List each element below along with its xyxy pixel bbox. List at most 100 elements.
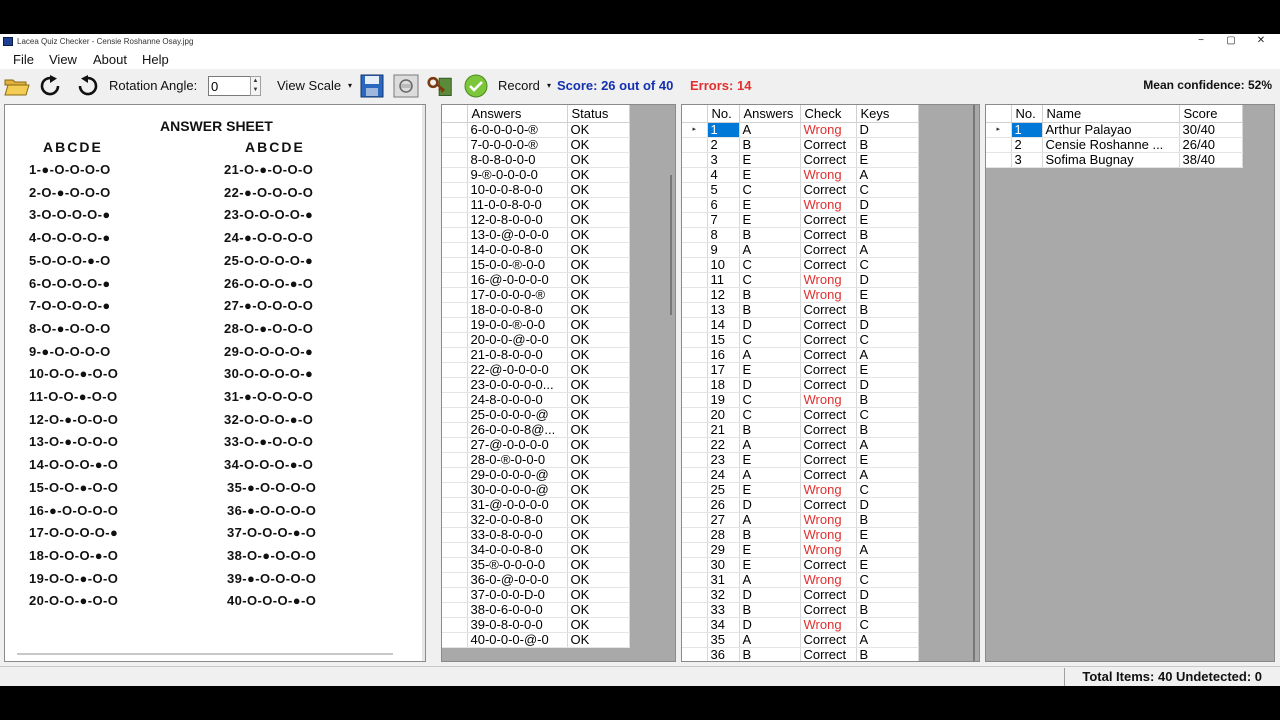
table-row[interactable]: 24 A Correct A <box>682 467 919 483</box>
table-row[interactable]: 37-0-0-0-D-0 OK <box>442 587 630 603</box>
table-row[interactable]: 9-®-0-0-0-0 OK <box>442 167 630 183</box>
table-row[interactable]: 18-0-0-0-8-0 OK <box>442 302 630 318</box>
view-scale-dropdown[interactable]: View Scale <box>277 78 341 93</box>
vertical-scrollbar[interactable] <box>973 105 975 661</box>
table-row[interactable]: 7 E Correct E <box>682 212 919 228</box>
table-row[interactable]: 15-0-0-®-0-0 OK <box>442 257 630 273</box>
table-row[interactable]: 19-0-0-®-0-0 OK <box>442 317 630 333</box>
menu-help[interactable]: Help <box>142 52 169 67</box>
chevron-down-icon[interactable]: ▾ <box>547 81 551 90</box>
table-row[interactable]: 20 C Correct C <box>682 407 919 423</box>
table-row[interactable]: 29-0-0-0-0-@ OK <box>442 467 630 483</box>
table-row[interactable]: 6-0-0-0-0-® OK <box>442 122 630 138</box>
record-dropdown[interactable]: Record <box>498 78 540 93</box>
save-icon[interactable] <box>359 74 385 98</box>
column-header-no[interactable]: No. <box>1011 105 1043 123</box>
table-row[interactable]: 3 E Correct E <box>682 152 919 168</box>
column-header-name[interactable]: Name <box>1042 105 1180 123</box>
table-row[interactable]: 2 B Correct B <box>682 137 919 153</box>
table-row[interactable]: 32 D Correct D <box>682 587 919 603</box>
table-row[interactable]: 27 A Wrong B <box>682 512 919 528</box>
table-row[interactable]: 14 D Correct D <box>682 317 919 333</box>
table-row[interactable]: 8 B Correct B <box>682 227 919 243</box>
table-row[interactable]: 7-0-0-0-0-® OK <box>442 137 630 153</box>
table-row[interactable]: 3 Sofima Bugnay 38/40 <box>986 152 1243 168</box>
table-row[interactable]: 38-0-6-0-0-0 OK <box>442 602 630 618</box>
table-row[interactable]: 13 B Correct B <box>682 302 919 318</box>
table-row[interactable]: 9 A Correct A <box>682 242 919 258</box>
maximize-button[interactable]: ▢ <box>1216 34 1246 49</box>
vertical-scrollbar[interactable] <box>670 175 672 315</box>
check-table[interactable]: No. Answers Check Keys ▸ 1 A Wrong D 2 B Correc… <box>682 105 919 661</box>
table-row[interactable]: 19 C Wrong B <box>682 392 919 408</box>
column-header-check[interactable]: Check <box>800 105 857 123</box>
check-icon[interactable] <box>463 74 489 98</box>
table-row[interactable]: 11-0-0-8-0-0 OK <box>442 197 630 213</box>
close-button[interactable]: ✕ <box>1246 34 1276 49</box>
table-row[interactable]: 17-0-0-0-0-® OK <box>442 287 630 303</box>
table-row[interactable]: 6 E Wrong D <box>682 197 919 213</box>
table-row[interactable]: 2 Censie Roshanne ... 26/40 <box>986 137 1243 153</box>
table-row[interactable]: 26-0-0-0-8@... OK <box>442 422 630 438</box>
table-row[interactable]: 26 D Correct D <box>682 497 919 513</box>
table-row[interactable]: 31-@-0-0-0-0 OK <box>442 497 630 513</box>
table-row[interactable]: 16-@-0-0-0-0 OK <box>442 272 630 288</box>
table-row[interactable]: 12 B Wrong E <box>682 287 919 303</box>
table-row[interactable]: 24-8-0-0-0-0 OK <box>442 392 630 408</box>
column-header-status[interactable]: Status <box>567 105 630 123</box>
rotation-angle-input[interactable] <box>208 76 252 96</box>
table-row[interactable]: 8-0-8-0-0-0 OK <box>442 152 630 168</box>
table-row[interactable]: 4 E Wrong A <box>682 167 919 183</box>
menu-about[interactable]: About <box>93 52 127 67</box>
table-row[interactable]: 25-0-0-0-0-@ OK <box>442 407 630 423</box>
minimize-button[interactable]: − <box>1186 34 1216 49</box>
table-row[interactable]: 32-0-0-0-8-0 OK <box>442 512 630 528</box>
table-row[interactable]: 35-®-0-0-0-0 OK <box>442 557 630 573</box>
scan-icon[interactable] <box>393 74 419 98</box>
table-row[interactable]: 21-0-8-0-0-0 OK <box>442 347 630 363</box>
table-row[interactable]: 33 B Correct B <box>682 602 919 618</box>
table-row[interactable]: 36 B Correct B <box>682 647 919 661</box>
table-row[interactable]: 11 C Wrong D <box>682 272 919 288</box>
table-row[interactable]: 15 C Correct C <box>682 332 919 348</box>
table-row[interactable]: 30-0-0-0-0-@ OK <box>442 482 630 498</box>
table-row[interactable]: 22-@-0-0-0-0 OK <box>442 362 630 378</box>
table-row[interactable]: 12-0-8-0-0-0 OK <box>442 212 630 228</box>
table-row[interactable]: 10-0-0-8-0-0 OK <box>442 182 630 198</box>
table-row[interactable]: 21 B Correct B <box>682 422 919 438</box>
answer-sheet-viewer[interactable]: ANSWER SHEET ABCDE ABCDE 1-●-O-O-O-O 2-O-… <box>4 104 426 662</box>
table-row[interactable]: 5 C Correct C <box>682 182 919 198</box>
vertical-scrollbar[interactable] <box>422 105 425 661</box>
menu-view[interactable]: View <box>49 52 77 67</box>
rotate-clockwise-icon[interactable] <box>38 74 64 98</box>
table-row[interactable]: 28-0-®-0-0-0 OK <box>442 452 630 468</box>
table-row[interactable]: 20-0-0-@-0-0 OK <box>442 332 630 348</box>
horizontal-scrollbar[interactable] <box>17 653 393 655</box>
table-row[interactable]: 10 C Correct C <box>682 257 919 273</box>
key-icon[interactable] <box>427 74 453 98</box>
table-row[interactable]: 22 A Correct A <box>682 437 919 453</box>
table-row[interactable]: 35 A Correct A <box>682 632 919 648</box>
column-header-keys[interactable]: Keys <box>856 105 919 123</box>
table-row[interactable]: 40-0-0-0-@-0 OK <box>442 632 630 648</box>
answers-table[interactable]: Answers Status 6-0-0-0-0-® OK 7-0-0-0-0-® O… <box>442 105 630 648</box>
table-row[interactable]: 36-0-@-0-0-0 OK <box>442 572 630 588</box>
table-row[interactable]: 27-@-0-0-0-0 OK <box>442 437 630 453</box>
column-header-answers[interactable]: Answers <box>739 105 801 123</box>
table-row[interactable]: 25 E Wrong C <box>682 482 919 498</box>
table-row[interactable]: 18 D Correct D <box>682 377 919 393</box>
table-row[interactable]: 14-0-0-0-8-0 OK <box>442 242 630 258</box>
open-folder-icon[interactable] <box>4 74 30 98</box>
table-row[interactable]: 39-0-8-0-0-0 OK <box>442 617 630 633</box>
students-table[interactable]: No. Name Score ▸ 1 Arthur Palayao 30/40 2 Cen… <box>986 105 1243 168</box>
table-row[interactable]: 17 E Correct E <box>682 362 919 378</box>
table-row[interactable]: 29 E Wrong A <box>682 542 919 558</box>
column-header-score[interactable]: Score <box>1179 105 1243 123</box>
rotate-counterclockwise-icon[interactable] <box>74 74 100 98</box>
table-row[interactable]: 34 D Wrong C <box>682 617 919 633</box>
table-row[interactable]: 33-0-8-0-0-0 OK <box>442 527 630 543</box>
column-header-answers[interactable]: Answers <box>467 105 568 123</box>
column-header-no[interactable]: No. <box>707 105 740 123</box>
chevron-down-icon[interactable]: ▾ <box>348 81 352 90</box>
table-row[interactable]: 30 E Correct E <box>682 557 919 573</box>
